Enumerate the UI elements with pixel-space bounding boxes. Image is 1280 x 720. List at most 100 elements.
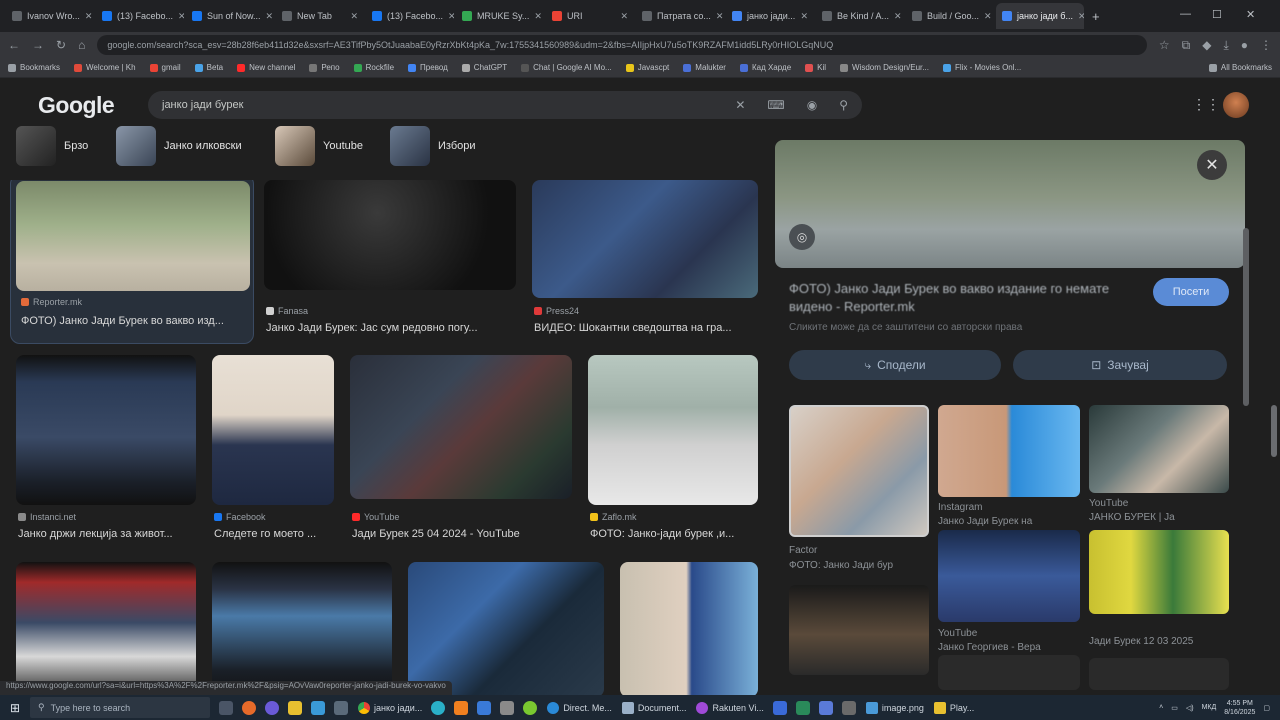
taskbar-app-image[interactable]: image.png [865,701,924,714]
app-icon[interactable] [288,700,302,715]
bookmark-item[interactable]: Chat | Google AI Mo... [521,63,612,72]
lens-icon[interactable]: ◉ [807,98,817,112]
close-icon[interactable]: ✕ [178,11,184,22]
url-bar[interactable]: google.com/search?sca_esv=28b28f6eb411d3… [97,35,1147,55]
app-icon[interactable] [265,700,279,715]
bookmark-item[interactable]: Превод [408,63,448,72]
extension-icon[interactable]: ⧉ [1182,38,1191,53]
app-icon[interactable] [772,700,787,715]
bookmark-item[interactable]: Beta [194,63,223,72]
app-icon[interactable] [523,700,538,715]
tab-6[interactable]: URI ✕ [546,3,634,29]
bookmark-item[interactable]: New channel [237,63,295,72]
visit-button[interactable]: Посети [1153,278,1229,306]
related-image[interactable] [938,405,1080,497]
notification-icon[interactable]: ▢ [1263,704,1270,712]
related-image[interactable] [938,530,1080,622]
home-icon[interactable]: ⌂ [78,38,85,52]
image-result-card[interactable] [212,562,392,695]
preview-image[interactable] [775,140,1245,268]
close-icon[interactable]: ✕ [534,11,542,22]
app-icon[interactable] [311,700,325,715]
tab-0[interactable]: Ivanov Wro... ✕ [6,3,94,29]
chip-brzo[interactable]: Брзо [16,126,88,166]
app-icon[interactable] [477,700,492,715]
close-icon[interactable]: ✕ [1197,150,1227,180]
profile-icon[interactable]: ● [1241,38,1248,52]
chevron-up-icon[interactable]: ˄ [1159,704,1163,711]
menu-kebab-icon[interactable]: ⋮ [1260,38,1272,52]
app-icon[interactable] [500,700,515,715]
taskbar-app-rakuten[interactable]: Rakuten Vi... [696,701,764,714]
image-result-card[interactable]: Reporter.mk ФОТО) Јанко Јади Бурек во ва… [10,180,254,344]
search-icon[interactable]: ⚲ [839,98,848,112]
clear-icon[interactable]: ✕ [735,98,745,112]
close-icon[interactable]: ✕ [716,11,724,22]
tab-11-active[interactable]: јанко јади б... ✕ [996,3,1084,29]
image-result-card[interactable]: Instanci.net Јанко држи лекција за живот… [16,355,196,545]
windows-start-icon[interactable]: ⊞ [0,701,30,715]
bookmark-item[interactable]: Bookmarks [8,63,60,72]
taskbar-app-chrome[interactable]: јанко јади... [358,701,422,714]
bookmark-item[interactable]: Rockfile [353,63,394,72]
image-result-card[interactable] [16,562,196,695]
reload-icon[interactable]: ↻ [56,38,66,52]
chip-youtube[interactable]: Youtube [275,126,363,166]
preview-title[interactable]: ФОТО) Јанко Јади Бурек во вакво издание … [789,280,1119,316]
tab-4[interactable]: (13) Facebo... ✕ [366,3,454,29]
bookmark-item[interactable]: Javascpt [625,63,669,72]
tab-9[interactable]: Be Kind / A... ✕ [816,3,904,29]
bookmark-item[interactable]: Кад Харде [739,63,791,72]
back-arrow-icon[interactable]: ← [8,38,20,52]
bookmark-item[interactable]: Welcome | Kh [74,63,136,72]
close-icon[interactable]: ✕ [894,11,902,22]
tab-5[interactable]: MRUKE Sy... ✕ [456,3,544,29]
bookmark-item[interactable]: gmail [149,63,181,72]
app-icon[interactable] [795,700,810,715]
related-image[interactable] [1089,405,1229,493]
page-scrollbar[interactable] [1271,405,1277,457]
firefox-icon[interactable] [242,700,256,715]
bookmark-item[interactable]: Flix - Movies Onl... [942,63,1021,72]
close-icon[interactable]: ✕ [266,11,274,22]
tab-3[interactable]: New Tab ✕ [276,3,364,29]
avatar[interactable] [1223,92,1249,118]
shield-icon[interactable]: ◆ [1202,38,1211,52]
related-image[interactable] [789,585,929,675]
network-icon[interactable]: ▭ [1171,704,1178,712]
maximize-icon[interactable]: ☐ [1212,8,1222,21]
tab-8[interactable]: јанко јади... ✕ [726,3,814,29]
clock[interactable]: 4:55 PM 8/16/2025 [1224,699,1255,717]
related-image[interactable] [938,655,1080,690]
taskbar-app-document[interactable]: Document... [621,701,686,714]
close-icon[interactable]: ✕ [448,11,454,22]
google-logo[interactable]: Google [38,92,115,119]
tab-10[interactable]: Build / Goo... ✕ [906,3,994,29]
image-result-card[interactable]: YouTube Јади Бурек 25 04 2024 - YouTube [350,355,572,545]
image-result-card[interactable]: Fanasa Јанко Јади Бурек: Јас сум редовно… [264,180,516,340]
bookmark-item[interactable]: Malukter [683,63,726,72]
tab-2[interactable]: Sun of Now... ✕ [186,3,274,29]
close-icon[interactable]: ✕ [620,11,628,22]
tab-1[interactable]: (13) Facebo... ✕ [96,3,184,29]
taskbar-app-direct[interactable]: Direct. Ме... [547,701,612,714]
app-icon[interactable] [334,700,348,715]
lens-search-icon[interactable]: ◎ [789,224,815,250]
forward-arrow-icon[interactable]: → [32,38,44,52]
related-image[interactable] [1089,658,1229,690]
image-result-card[interactable]: Press24 ВИДЕО: Шокантни сведоштва на гра… [532,180,758,340]
save-button[interactable]: ⊡ Зачувај [1013,350,1227,380]
tab-7[interactable]: Патрата со... ✕ [636,3,724,29]
panel-scrollbar[interactable] [1243,228,1249,406]
bookmark-item[interactable]: Репо [309,63,340,72]
download-icon[interactable]: ⤓ [1223,38,1228,53]
related-image[interactable] [789,405,929,537]
share-button[interactable]: ⤷ Сподели [789,350,1001,380]
image-result-card[interactable] [408,562,604,695]
window-close-icon[interactable]: ✕ [1246,8,1255,21]
language-indicator[interactable]: МКД [1202,704,1217,711]
bookmark-item[interactable]: Kil [805,63,826,72]
chip-izbori[interactable]: Избори [390,126,476,166]
taskbar-app-play[interactable]: Play... [933,701,974,714]
close-icon[interactable]: ✕ [984,11,992,22]
